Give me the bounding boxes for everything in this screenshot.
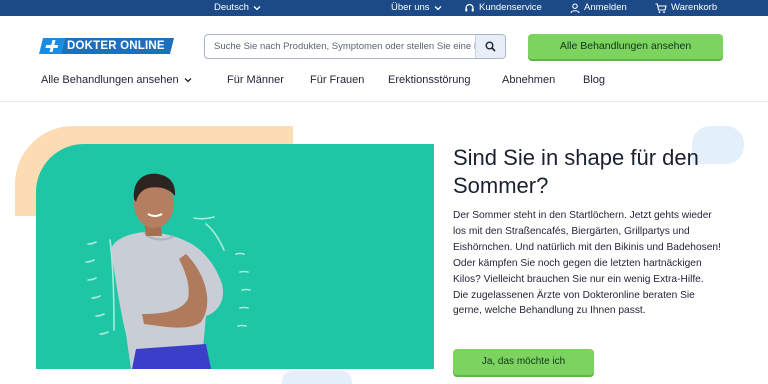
chevron-down-icon: [434, 6, 442, 11]
headset-icon: [465, 3, 474, 11]
cart-label: Warenkorb: [671, 2, 718, 13]
customer-service-link[interactable]: Kundenservice: [464, 2, 542, 14]
cart-icon: [655, 2, 667, 13]
nav-item-all-treatments[interactable]: Alle Behandlungen ansehen: [41, 73, 192, 87]
hero-section: Sind Sie in shape für den Sommer? Der So…: [0, 103, 768, 384]
nav-item-label: Blog: [583, 74, 606, 86]
all-treatments-button[interactable]: Alle Behandlungen ansehen: [528, 34, 723, 59]
about-menu[interactable]: Über uns: [391, 2, 442, 14]
search-input[interactable]: [205, 35, 475, 58]
nav-item-label: Alle Behandlungen ansehen: [41, 74, 179, 86]
site-header: DOKTER ONLINE Alle Behandlungen ansehen …: [0, 16, 768, 102]
hero-title: Sind Sie in shape für den Sommer?: [453, 145, 699, 198]
top-utility-bar: Deutsch Über uns Kundenservice Anmelden …: [0, 0, 768, 16]
language-selector[interactable]: Deutsch: [214, 2, 261, 14]
nav-item-erectile-dysfunction[interactable]: Erektionsstörung: [388, 73, 471, 87]
nav-item-men[interactable]: Für Männer: [227, 73, 284, 87]
nav-item-label: Abnehmen: [502, 74, 556, 86]
language-label: Deutsch: [214, 2, 249, 13]
login-label: Anmelden: [584, 2, 627, 13]
search-button[interactable]: [475, 35, 505, 58]
dokteronline-logo[interactable]: DOKTER ONLINE: [39, 38, 186, 54]
search-bar: [204, 34, 506, 59]
nav-item-weight-loss[interactable]: Abnehmen: [502, 73, 555, 87]
hero-description: Der Sommer steht in den Startlöchern. Je…: [453, 210, 721, 317]
fit-man-illustration: [85, 173, 251, 369]
chevron-down-icon: [184, 78, 192, 83]
nav-item-blog[interactable]: Blog: [583, 73, 605, 87]
search-icon: [485, 41, 496, 52]
logo-wordmark: DOKTER ONLINE: [61, 38, 174, 54]
decorative-bubble-bottom: [282, 371, 352, 384]
hero-cta-button[interactable]: Ja, das möchte ich: [453, 349, 594, 375]
cart-link[interactable]: Warenkorb: [655, 2, 717, 14]
about-label: Über uns: [391, 2, 430, 13]
hero-image: [36, 144, 434, 369]
nav-item-label: Erektionsstörung: [388, 74, 471, 86]
nav-item-women[interactable]: Für Frauen: [310, 73, 364, 87]
customer-service-label: Kundenservice: [479, 2, 542, 13]
nav-item-label: Für Männer: [227, 74, 284, 86]
chevron-down-icon: [253, 6, 261, 11]
user-icon: [570, 2, 580, 13]
login-link[interactable]: Anmelden: [570, 2, 627, 14]
nav-item-label: Für Frauen: [310, 74, 365, 86]
